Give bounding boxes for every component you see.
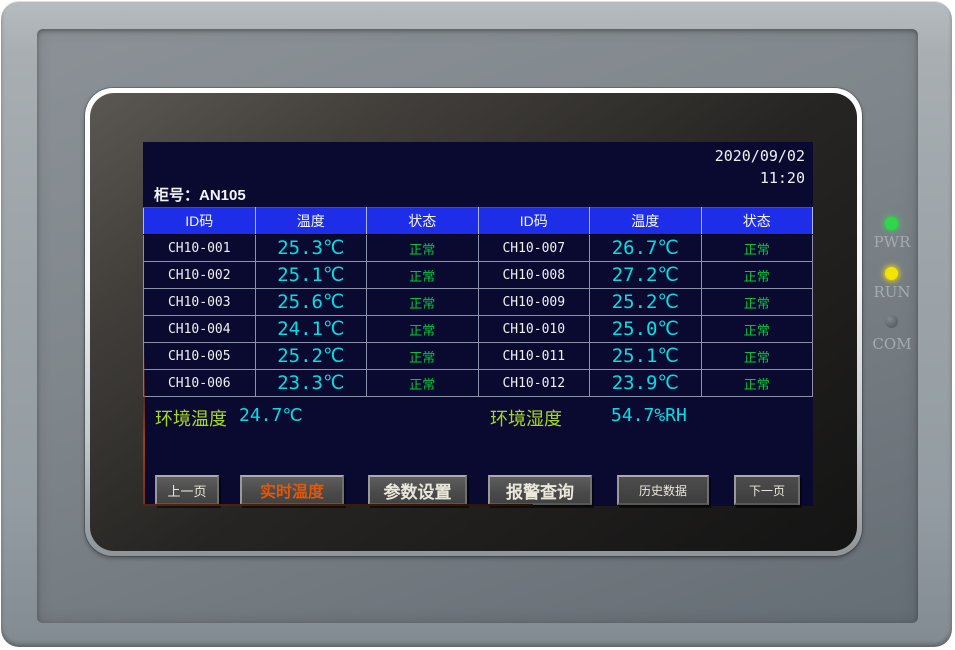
channel-table-header: ID码 温度 状态 ID码 温度 状态 [144, 208, 813, 235]
screen-module: 2020/09/02 11:20 柜号：AN105 ID码 温度 状态 ID码 … [85, 88, 862, 556]
channel-id-cell: CH10-002 [144, 262, 256, 289]
env-humidity-value: 54.7%RH [611, 405, 687, 426]
header-row: ID码 温度 状态 ID码 温度 状态 [144, 208, 813, 235]
header-cell-status: 状态 [367, 208, 479, 235]
prev-page-button[interactable]: 上一页 [155, 475, 219, 505]
status-cell: 正常 [367, 235, 479, 262]
env-humidity-label: 环境湿度 [490, 405, 562, 431]
channel-id-cell: CH10-006 [144, 370, 256, 397]
channel-id-cell: CH10-007 [478, 235, 590, 262]
temperature-cell: 25.1℃ [255, 262, 367, 289]
channel-id-cell: CH10-004 [144, 316, 256, 343]
table-row: CH10-00525.2℃正常CH10-01125.1℃正常 [144, 343, 813, 370]
date-text: 2020/09/02 [715, 147, 805, 165]
status-cell: 正常 [701, 289, 813, 316]
run-led-label: RUN [869, 283, 915, 301]
env-temp-label: 环境温度 [155, 405, 227, 431]
temperature-cell: 26.7℃ [590, 235, 702, 262]
channel-id-cell: CH10-009 [478, 289, 590, 316]
header-cell-id: ID码 [144, 208, 256, 235]
temperature-cell: 24.1℃ [255, 316, 367, 343]
channel-id-cell: CH10-001 [144, 235, 256, 262]
com-led-label: COM [869, 335, 915, 353]
cabinet-label: 柜号：AN105 [154, 184, 246, 205]
temperature-cell: 25.2℃ [255, 343, 367, 370]
status-cell: 正常 [367, 316, 479, 343]
env-temp-value: 24.7℃ [239, 405, 303, 426]
temperature-cell: 27.2℃ [590, 262, 702, 289]
status-cell: 正常 [367, 262, 479, 289]
status-cell: 正常 [701, 235, 813, 262]
channel-id-cell: CH10-005 [144, 343, 256, 370]
screenshot-stage: 2020/09/02 11:20 柜号：AN105 ID码 温度 状态 ID码 … [0, 0, 955, 650]
header-cell-temp: 温度 [255, 208, 367, 235]
next-page-button[interactable]: 下一页 [734, 475, 800, 505]
table-row: CH10-00325.6℃正常CH10-00925.2℃正常 [144, 289, 813, 316]
status-cell: 正常 [367, 343, 479, 370]
header-cell-id: ID码 [478, 208, 590, 235]
touch-panel-glass: 2020/09/02 11:20 柜号：AN105 ID码 温度 状态 ID码 … [90, 93, 857, 551]
channel-table: ID码 温度 状态 ID码 温度 状态 CH10-00125.3℃正常CH10-… [143, 207, 813, 397]
pwr-led-label: PWR [869, 233, 915, 251]
channel-id-cell: CH10-010 [478, 316, 590, 343]
pwr-led-icon [885, 217, 898, 230]
table-row: CH10-00424.1℃正常CH10-01025.0℃正常 [144, 316, 813, 343]
status-cell: 正常 [367, 370, 479, 397]
status-cell: 正常 [701, 343, 813, 370]
run-led-icon [885, 267, 898, 280]
channel-id-cell: CH10-003 [144, 289, 256, 316]
header-cell-status: 状态 [701, 208, 813, 235]
realtime-temp-button[interactable]: 实时温度 [240, 475, 344, 505]
status-cell: 正常 [367, 289, 479, 316]
channel-id-cell: CH10-008 [478, 262, 590, 289]
temperature-cell: 25.0℃ [590, 316, 702, 343]
temperature-cell: 25.6℃ [255, 289, 367, 316]
temperature-cell: 25.1℃ [590, 343, 702, 370]
lcd-display: 2020/09/02 11:20 柜号：AN105 ID码 温度 状态 ID码 … [143, 142, 813, 506]
table-row: CH10-00225.1℃正常CH10-00827.2℃正常 [144, 262, 813, 289]
history-data-button[interactable]: 历史数据 [617, 475, 709, 505]
table-row: CH10-00623.3℃正常CH10-01223.9℃正常 [144, 370, 813, 397]
lcd-bottom-glow [143, 504, 533, 506]
status-cell: 正常 [701, 316, 813, 343]
param-settings-button[interactable]: 参数设置 [368, 475, 467, 505]
table-row: CH10-00125.3℃正常CH10-00726.7℃正常 [144, 235, 813, 262]
temperature-cell: 23.9℃ [590, 370, 702, 397]
temperature-cell: 23.3℃ [255, 370, 367, 397]
status-cell: 正常 [701, 262, 813, 289]
lcd-edge-glow [143, 342, 145, 506]
status-cell: 正常 [701, 370, 813, 397]
channel-id-cell: CH10-011 [478, 343, 590, 370]
com-led-icon [885, 315, 898, 328]
channel-table-body: CH10-00125.3℃正常CH10-00726.7℃正常CH10-00225… [144, 235, 813, 397]
alarm-query-button[interactable]: 报警查询 [488, 475, 592, 505]
header-cell-temp: 温度 [590, 208, 702, 235]
temperature-cell: 25.3℃ [255, 235, 367, 262]
time-text: 11:20 [760, 169, 805, 187]
channel-id-cell: CH10-012 [478, 370, 590, 397]
temperature-cell: 25.2℃ [590, 289, 702, 316]
